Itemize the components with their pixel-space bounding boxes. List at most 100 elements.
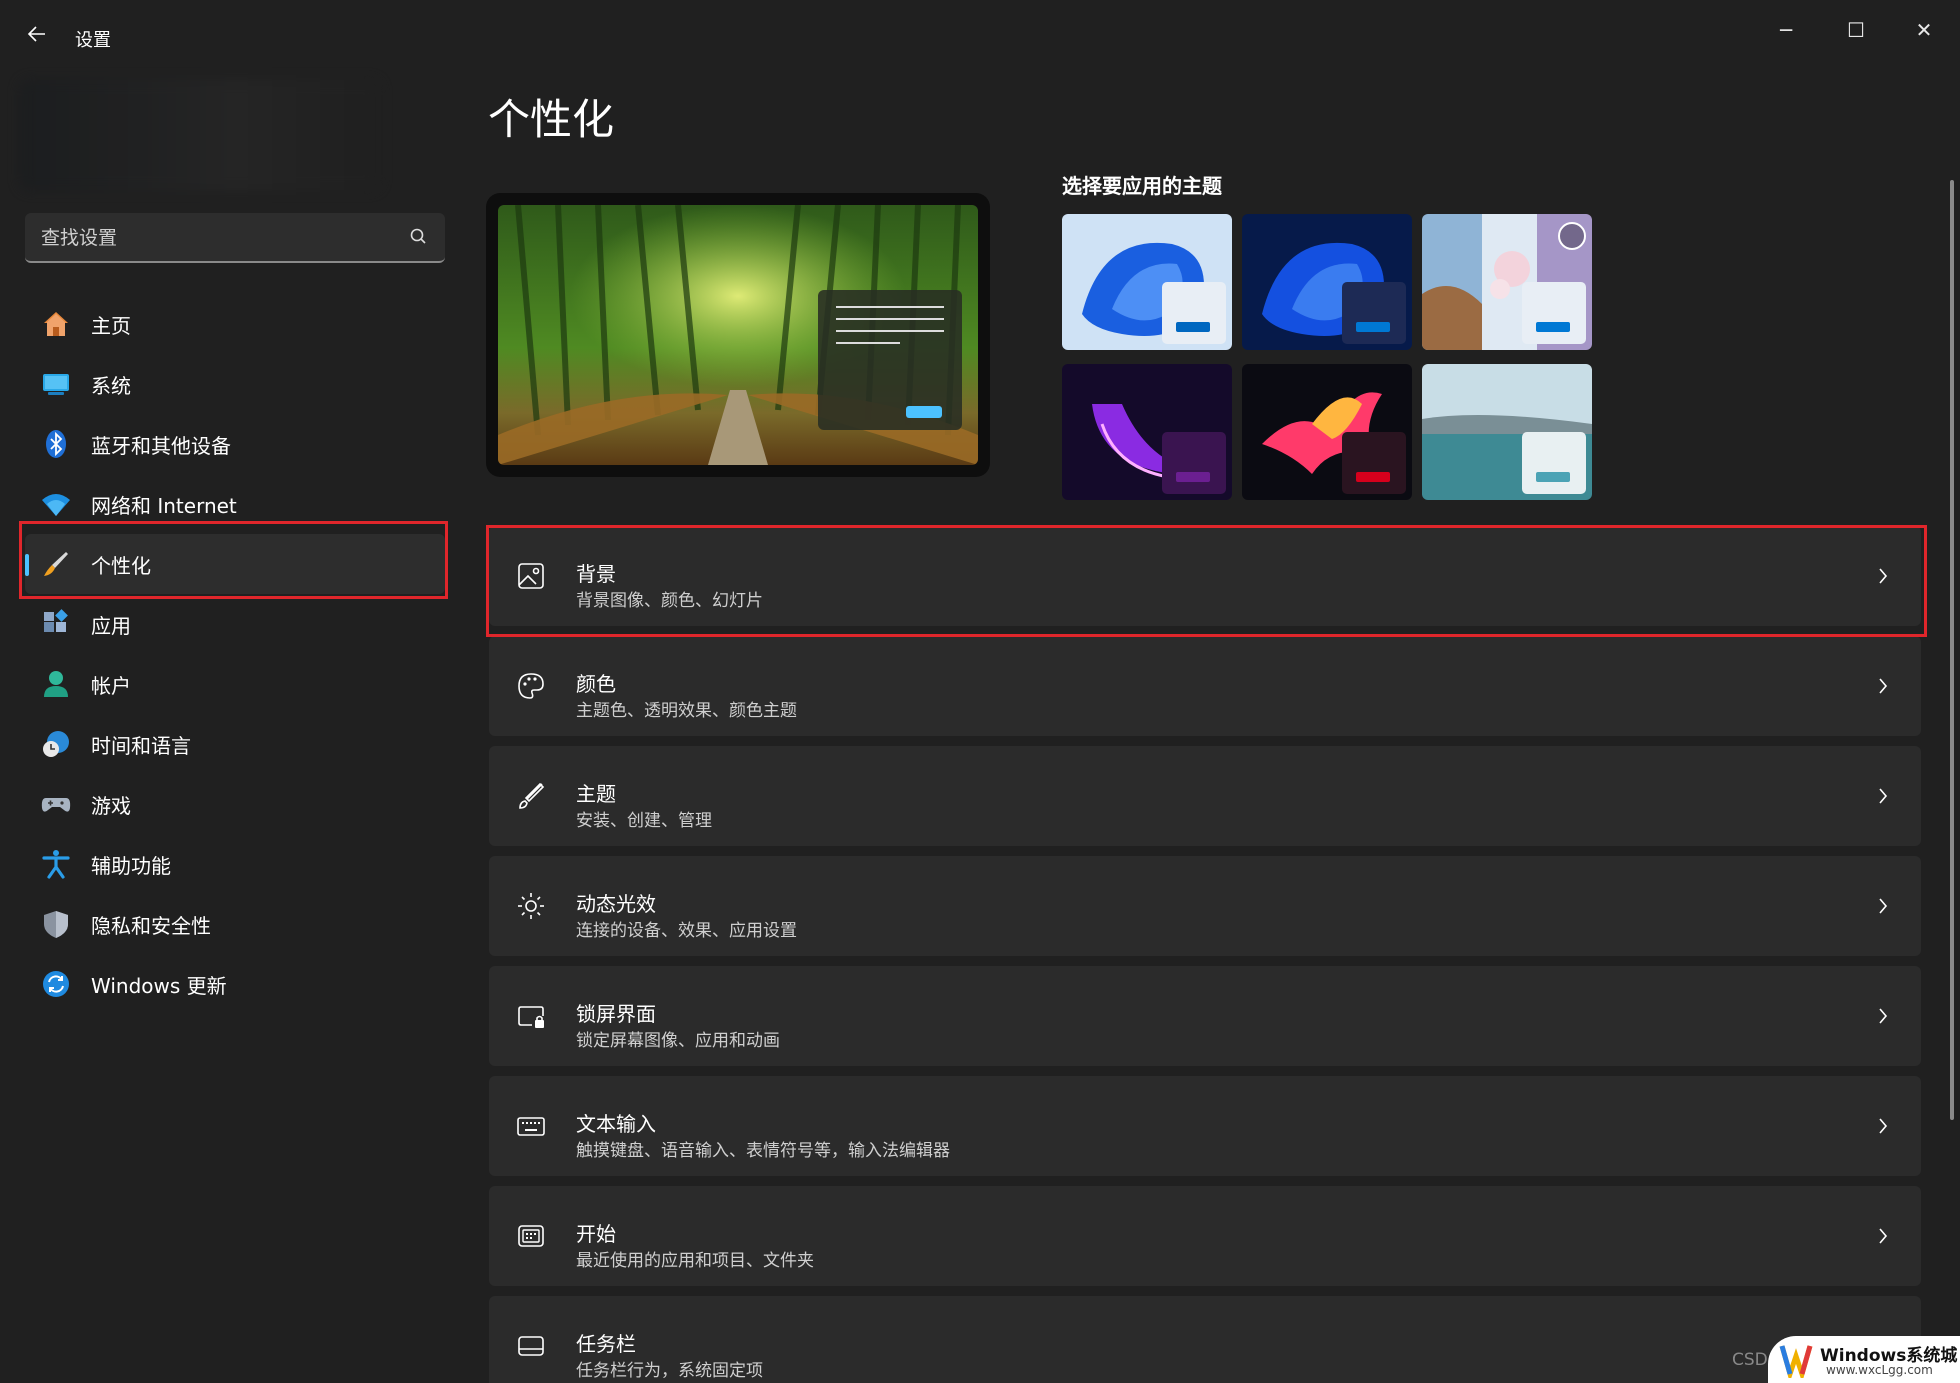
watermark: Windows系统城 www.wxcLgg.com [1768, 1336, 1960, 1383]
theme-accent-bar [1536, 472, 1570, 482]
sidebar-item-label: 辅助功能 [91, 853, 171, 878]
setting-start[interactable]: 开始 最近使用的应用和项目、文件夹 [489, 1186, 1921, 1286]
accessibility-icon [39, 847, 73, 881]
preview-wallpaper [498, 205, 978, 465]
chevron-right-icon [1871, 670, 1895, 702]
theme-swatch [1342, 282, 1406, 344]
watermark-prefix: CSD [1732, 1350, 1768, 1370]
sidebar-item-label: 游戏 [91, 793, 131, 818]
shield-icon [39, 907, 73, 941]
setting-title: 任务栏 [576, 1332, 636, 1356]
wifi-icon [39, 487, 73, 521]
setting-taskbar[interactable]: 任务栏 任务栏行为，系统固定项 [489, 1296, 1921, 1383]
sidebar-nav: 主页 系统 蓝牙和其他设备 网络和 Internet 个性化 应用 帐户 时间和… [25, 294, 445, 1014]
card-highlight-box [486, 525, 1927, 637]
brush-icon [513, 778, 549, 814]
search-icon[interactable] [407, 226, 429, 248]
close-icon: ✕ [1915, 18, 1933, 42]
title-bar: 设置 ─ ☐ ✕ [0, 0, 1960, 72]
setting-subtitle: 安装、创建、管理 [576, 811, 712, 831]
preview-window [818, 290, 962, 430]
sidebar-item-system[interactable]: 系统 [25, 354, 445, 414]
theme-accent-bar [1356, 472, 1390, 482]
theme-accent-bar [1176, 472, 1210, 482]
theme-accent-bar [1176, 322, 1210, 332]
theme-swatch [1162, 432, 1226, 494]
sidebar-item-label: 蓝牙和其他设备 [91, 433, 231, 458]
start-icon [513, 1218, 549, 1254]
apps-icon [39, 607, 73, 641]
back-arrow-icon [27, 26, 45, 42]
sidebar-item-accessibility[interactable]: 辅助功能 [25, 834, 445, 894]
sidebar-item-apps[interactable]: 应用 [25, 594, 445, 654]
setting-title: 文本输入 [576, 1112, 656, 1136]
sidebar-item-windows-update[interactable]: Windows 更新 [25, 954, 445, 1014]
scrollbar[interactable] [1950, 180, 1954, 1120]
sidebar-item-label: 主页 [91, 313, 131, 338]
lock-screen-icon [513, 998, 549, 1034]
chevron-right-icon [1871, 780, 1895, 812]
sidebar-item-gaming[interactable]: 游戏 [25, 774, 445, 834]
preview-line [836, 342, 900, 344]
search-box[interactable] [25, 213, 445, 263]
nav-highlight-box [19, 521, 448, 599]
home-icon [39, 307, 73, 341]
sidebar-item-time-language[interactable]: 时间和语言 [25, 714, 445, 774]
themes-label: 选择要应用的主题 [1062, 174, 1222, 198]
preview-line [836, 306, 944, 308]
preview-line [836, 318, 944, 320]
back-button[interactable] [20, 22, 54, 52]
sidebar-item-label: 隐私和安全性 [91, 913, 211, 938]
sidebar-item-label: 系统 [91, 373, 131, 398]
theme-accent-bar [1356, 322, 1390, 332]
page-title: 个性化 [488, 95, 615, 144]
setting-subtitle: 触摸键盘、语音输入、表情符号等，输入法编辑器 [576, 1141, 950, 1161]
sidebar-item-accounts[interactable]: 帐户 [25, 654, 445, 714]
palette-icon [513, 668, 549, 704]
setting-title: 动态光效 [576, 892, 656, 916]
windows-logo-icon [1779, 1345, 1813, 1378]
maximize-icon: ☐ [1847, 18, 1865, 42]
setting-subtitle: 锁定屏幕图像、应用和动画 [576, 1031, 780, 1051]
setting-dynamic-lighting[interactable]: 动态光效 连接的设备、效果、应用设置 [489, 856, 1921, 956]
preview-line [836, 330, 944, 332]
theme-glow[interactable] [1062, 364, 1232, 500]
setting-themes[interactable]: 主题 安装、创建、管理 [489, 746, 1921, 846]
search-input[interactable] [41, 225, 401, 251]
minimize-icon: ─ [1779, 18, 1793, 42]
preview-accent-button [906, 406, 942, 418]
theme-windows-spotlight[interactable] [1422, 214, 1592, 350]
theme-flow[interactable] [1422, 364, 1592, 500]
setting-title: 锁屏界面 [576, 1002, 656, 1026]
setting-subtitle: 连接的设备、效果、应用设置 [576, 921, 797, 941]
setting-title: 主题 [576, 782, 616, 806]
user-profile-blurred[interactable] [20, 80, 380, 190]
sidebar-item-privacy[interactable]: 隐私和安全性 [25, 894, 445, 954]
minimize-button[interactable]: ─ [1756, 10, 1816, 50]
sidebar-item-bluetooth[interactable]: 蓝牙和其他设备 [25, 414, 445, 474]
setting-colors[interactable]: 颜色 主题色、透明效果、颜色主题 [489, 636, 1921, 736]
theme-captured-motion[interactable] [1242, 364, 1412, 500]
sidebar-item-label: 帐户 [91, 673, 131, 698]
setting-title: 颜色 [576, 672, 616, 696]
theme-swatch [1522, 432, 1586, 494]
chevron-right-icon [1871, 1220, 1895, 1252]
bluetooth-icon [39, 427, 73, 461]
theme-windows-light[interactable] [1062, 214, 1232, 350]
chevron-right-icon [1871, 890, 1895, 922]
sidebar-item-home[interactable]: 主页 [25, 294, 445, 354]
theme-swatch [1162, 282, 1226, 344]
theme-windows-dark[interactable] [1242, 214, 1412, 350]
app-title: 设置 [75, 30, 111, 51]
setting-text-input[interactable]: 文本输入 触摸键盘、语音输入、表情符号等，输入法编辑器 [489, 1076, 1921, 1176]
setting-lock-screen[interactable]: 锁屏界面 锁定屏幕图像、应用和动画 [489, 966, 1921, 1066]
settings-window: 设置 ─ ☐ ✕ 主页 系统 蓝牙和其他设备 [0, 0, 1960, 1383]
maximize-button[interactable]: ☐ [1826, 10, 1886, 50]
watermark-url: www.wxcLgg.com [1826, 1363, 1933, 1377]
close-button[interactable]: ✕ [1894, 10, 1954, 50]
setting-subtitle: 任务栏行为，系统固定项 [576, 1361, 763, 1381]
sidebar-item-label: Windows 更新 [91, 973, 227, 998]
theme-accent-bar [1536, 322, 1570, 332]
spotlight-badge-icon [1558, 222, 1586, 250]
chevron-right-icon [1871, 1000, 1895, 1032]
